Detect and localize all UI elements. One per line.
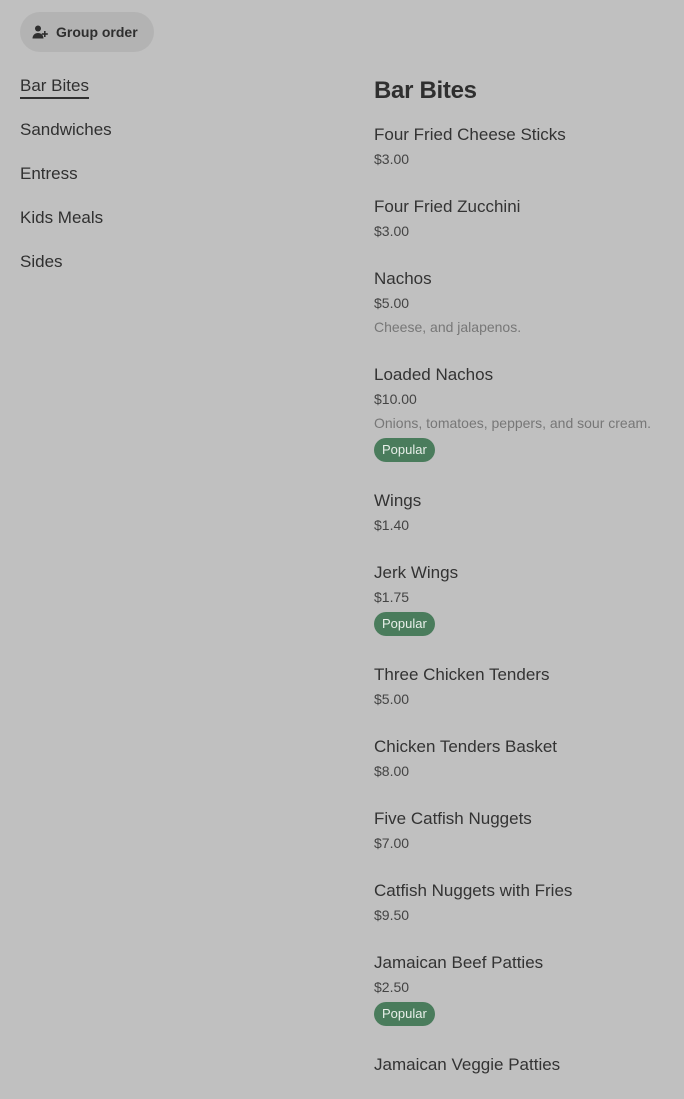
- nav-item-sides[interactable]: Sides: [20, 250, 320, 294]
- menu-item[interactable]: Chicken Tenders Basket $8.00: [374, 736, 674, 780]
- menu-item[interactable]: Wings $1.40: [374, 490, 674, 534]
- menu-item-price: $7.00: [374, 835, 410, 851]
- nav-item-label: Sandwiches: [20, 120, 112, 139]
- menu-section: Bar Bites Four Fried Cheese Sticks $3.00 F…: [374, 76, 674, 1099]
- menu-item-name: Catfish Nuggets with Fries: [374, 881, 573, 900]
- menu-item-price: $2.50: [374, 979, 410, 995]
- nav-item-label: Bar Bites: [20, 75, 89, 99]
- group-order-button[interactable]: Group order: [20, 12, 154, 52]
- menu-item-name: Jamaican Veggie Patties: [374, 1055, 561, 1074]
- nav-item-label: Sides: [20, 252, 63, 271]
- menu-item-price: $10.00: [374, 391, 417, 407]
- popular-badge: Popular: [374, 1002, 435, 1026]
- popular-badge: Popular: [374, 438, 435, 462]
- menu-item-name: Four Fried Zucchini: [374, 197, 521, 216]
- menu-item-price: $1.75: [374, 589, 410, 605]
- menu-item-price: $5.00: [374, 691, 410, 707]
- menu-item-price: $3.00: [374, 223, 410, 239]
- menu-item[interactable]: Jerk Wings $1.75 Popular: [374, 562, 674, 636]
- nav-item-label: Entress: [20, 164, 78, 183]
- page: Group order Bar Bites Sandwiches Entress Ki…: [0, 0, 684, 1099]
- menu-item-name: Five Catfish Nuggets: [374, 809, 532, 828]
- menu-item[interactable]: Three Chicken Tenders $5.00: [374, 664, 674, 708]
- menu-item-name: Wings: [374, 491, 422, 510]
- menu-item[interactable]: Catfish Nuggets with Fries $9.50: [374, 880, 674, 924]
- menu-item-list: Four Fried Cheese Sticks $3.00 Four Fried …: [374, 124, 674, 1076]
- add-person-icon: [32, 24, 48, 40]
- menu-item[interactable]: Jamaican Beef Patties $2.50 Popular: [374, 952, 674, 1026]
- menu-item-name: Three Chicken Tenders: [374, 665, 550, 684]
- menu-item[interactable]: Four Fried Cheese Sticks $3.00: [374, 124, 674, 168]
- menu-item-name: Jamaican Beef Patties: [374, 953, 544, 972]
- nav-item-kids-meals[interactable]: Kids Meals: [20, 206, 320, 250]
- menu-item-price: $9.50: [374, 907, 410, 923]
- nav-item-bar-bites[interactable]: Bar Bites: [20, 74, 320, 118]
- menu-item-price: $3.00: [374, 151, 410, 167]
- nav-item-label: Kids Meals: [20, 208, 104, 227]
- nav-item-sandwiches[interactable]: Sandwiches: [20, 118, 320, 162]
- menu-item[interactable]: Four Fried Zucchini $3.00: [374, 196, 674, 240]
- menu-item-name: Chicken Tenders Basket: [374, 737, 558, 756]
- category-nav: Bar Bites Sandwiches Entress Kids Meals Side…: [20, 74, 320, 294]
- menu-item-description: Cheese, and jalapenos.: [374, 319, 522, 335]
- group-order-label: Group order: [56, 24, 138, 40]
- menu-item-price: $1.40: [374, 517, 410, 533]
- section-title: Bar Bites: [374, 77, 477, 104]
- menu-item-name: Loaded Nachos: [374, 365, 494, 384]
- menu-item-price: $8.00: [374, 763, 410, 779]
- nav-item-entress[interactable]: Entress: [20, 162, 320, 206]
- menu-item-name: Jerk Wings: [374, 563, 459, 582]
- menu-item-name: Nachos: [374, 269, 432, 288]
- menu-item-price: $5.00: [374, 295, 410, 311]
- menu-item-name: Four Fried Cheese Sticks: [374, 125, 566, 144]
- menu-item[interactable]: Loaded Nachos $10.00 Onions, tomatoes, pep…: [374, 364, 674, 462]
- popular-badge: Popular: [374, 612, 435, 636]
- menu-item[interactable]: Five Catfish Nuggets $7.00: [374, 808, 674, 852]
- menu-item[interactable]: Nachos $5.00 Cheese, and jalapenos.: [374, 268, 674, 336]
- menu-item[interactable]: Jamaican Veggie Patties: [374, 1054, 674, 1076]
- menu-item-description: Onions, tomatoes, peppers, and sour crea…: [374, 415, 652, 431]
